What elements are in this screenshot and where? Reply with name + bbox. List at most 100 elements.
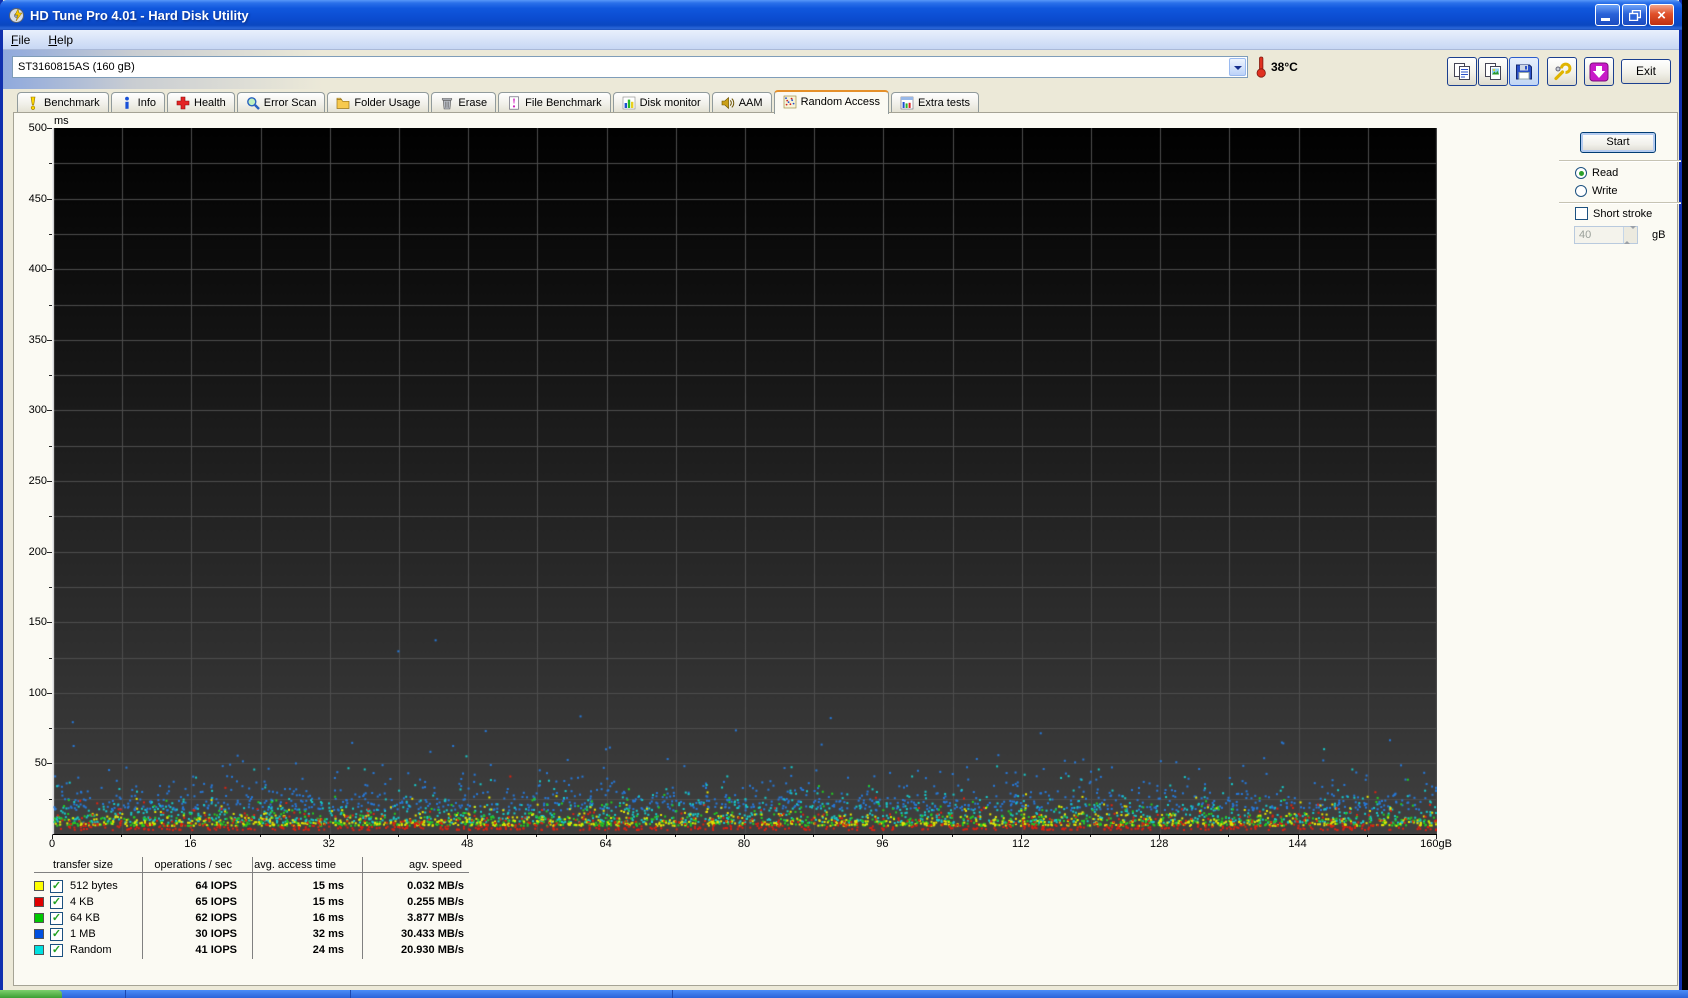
y-tick-mark <box>49 658 52 659</box>
read-radio[interactable] <box>1575 167 1587 179</box>
speed-value: 30.433 MB/s <box>401 928 464 940</box>
series-checkbox[interactable]: ✓ <box>50 879 63 893</box>
table-row-64kb: ✓ 64 KB 62 IOPS 16 ms 3.877 MB/s <box>24 910 470 926</box>
spin-down-icon <box>1630 226 1636 244</box>
file-benchmark-icon <box>509 95 520 110</box>
tab-error-scan[interactable]: Error Scan <box>236 92 326 112</box>
extra-tests-icon <box>900 96 914 109</box>
spinner-buttons[interactable] <box>1623 226 1637 244</box>
x-tick-label: 32 <box>322 838 335 850</box>
header-avg-access-time: avg. access time <box>254 859 336 871</box>
restore-button[interactable] <box>1622 4 1647 26</box>
disk-monitor-icon <box>622 96 635 109</box>
series-color-swatch <box>34 929 44 939</box>
x-end-label: 160gB <box>1420 838 1452 850</box>
header-transfer-size: transfer size <box>53 859 113 871</box>
drive-selector[interactable]: ST3160815AS (160 gB) <box>12 56 1248 78</box>
tab-disk-monitor[interactable]: Disk monitor <box>612 92 710 112</box>
close-icon: × <box>1657 6 1666 24</box>
y-tick-mark <box>47 410 52 411</box>
menu-file[interactable]: File <box>11 33 30 47</box>
write-option[interactable]: Write <box>1575 185 1617 197</box>
column-rule <box>142 857 143 959</box>
taskbar[interactable] <box>0 990 1688 998</box>
x-tick-label: 0 <box>48 838 56 850</box>
y-tick-mark <box>49 446 52 447</box>
short-stroke-size-spinner[interactable]: 40 <box>1574 226 1638 244</box>
tab-label: File Benchmark <box>525 96 602 109</box>
y-tick-mark <box>49 375 52 376</box>
drive-selector-value: ST3160815AS (160 gB) <box>18 61 135 73</box>
radio-selected-dot <box>1578 170 1584 176</box>
series-checkbox[interactable]: ✓ <box>50 943 63 957</box>
tab-extra-tests[interactable]: Extra tests <box>891 92 980 112</box>
separator <box>1559 160 1681 162</box>
menu-help[interactable]: Help <box>48 33 73 47</box>
short-stroke-label: Short stroke <box>1593 207 1653 220</box>
header-avg-speed: agv. speed <box>408 859 462 871</box>
tab-health[interactable]: Health <box>167 92 235 112</box>
y-tick-label: 450 <box>28 192 47 205</box>
access-time-value: 24 ms <box>312 944 344 956</box>
y-tick-mark <box>47 340 52 341</box>
short-stroke-size-value: 40 <box>1579 229 1592 241</box>
write-radio[interactable] <box>1575 185 1587 197</box>
app-disk-icon <box>9 7 24 23</box>
x-tick-label: 80 <box>737 838 751 850</box>
tab-file-benchmark[interactable]: File Benchmark <box>498 92 611 112</box>
speed-value: 0.255 MB/s <box>407 896 464 908</box>
start-menu-button-fragment[interactable] <box>0 990 62 998</box>
y-tick-mark <box>47 693 52 694</box>
header-operations-per-sec: operations / sec <box>154 859 232 871</box>
capture-button[interactable] <box>1584 57 1614 86</box>
y-tick-label: 350 <box>28 333 47 346</box>
y-tick-label: 500 <box>28 122 47 134</box>
table-row-4kb: ✓ 4 KB 65 IOPS 15 ms 0.255 MB/s <box>24 894 470 910</box>
short-stroke-checkbox[interactable] <box>1575 207 1588 220</box>
minimize-button[interactable] <box>1595 4 1620 26</box>
tab-benchmark[interactable]: Benchmark <box>17 92 109 112</box>
column-rule <box>252 857 253 959</box>
read-option[interactable]: Read <box>1575 167 1618 179</box>
series-checkbox[interactable]: ✓ <box>50 927 63 941</box>
save-button[interactable] <box>1509 57 1539 86</box>
x-tick-mark <box>675 835 676 837</box>
results-table: transfer size operations / sec avg. acce… <box>24 857 470 959</box>
x-tick-mark <box>52 835 53 839</box>
table-row-random: ✓ Random 41 IOPS 24 ms 20.930 MB/s <box>24 942 470 958</box>
access-time-value: 32 ms <box>312 928 344 940</box>
tab-info[interactable]: Info <box>110 92 165 112</box>
speed-value: 3.877 MB/s <box>407 912 464 924</box>
x-tick-label: 144 <box>1288 838 1307 850</box>
close-button[interactable]: × <box>1649 4 1674 26</box>
options-button[interactable] <box>1547 57 1577 86</box>
start-button[interactable]: Start <box>1580 132 1656 153</box>
short-stroke-option[interactable]: Short stroke <box>1575 207 1652 220</box>
series-checkbox[interactable]: ✓ <box>50 895 63 909</box>
y-tick-mark <box>49 163 52 164</box>
folder-icon <box>337 97 350 109</box>
y-tick-label: 50 <box>34 757 47 770</box>
drive-selector-dropdown-button[interactable] <box>1229 58 1246 76</box>
y-tick-mark <box>47 128 52 129</box>
tab-label: AAM <box>738 96 763 109</box>
copy-text-button[interactable] <box>1447 57 1477 86</box>
tab-random-access[interactable]: Random Access <box>773 90 890 114</box>
taskbar-separator <box>125 990 126 998</box>
tab-folder-usage[interactable]: Folder Usage <box>327 92 430 112</box>
y-tick-mark <box>49 799 52 800</box>
exit-button[interactable]: Exit <box>1621 59 1671 84</box>
copy-text-icon <box>1454 62 1470 80</box>
y-tick-mark <box>49 234 52 235</box>
save-icon <box>1516 64 1532 79</box>
y-tick-label: 200 <box>28 545 47 558</box>
copy-image-button[interactable] <box>1478 57 1508 86</box>
x-tick-mark <box>1159 835 1160 839</box>
y-tick-label: 300 <box>28 404 47 417</box>
y-tick-label: 400 <box>28 263 47 276</box>
x-tick-mark <box>952 835 953 837</box>
x-tick-mark <box>1228 835 1229 837</box>
series-checkbox[interactable]: ✓ <box>50 911 63 925</box>
tab-aam[interactable]: AAM <box>711 92 772 112</box>
tab-erase[interactable]: Erase <box>431 92 497 112</box>
